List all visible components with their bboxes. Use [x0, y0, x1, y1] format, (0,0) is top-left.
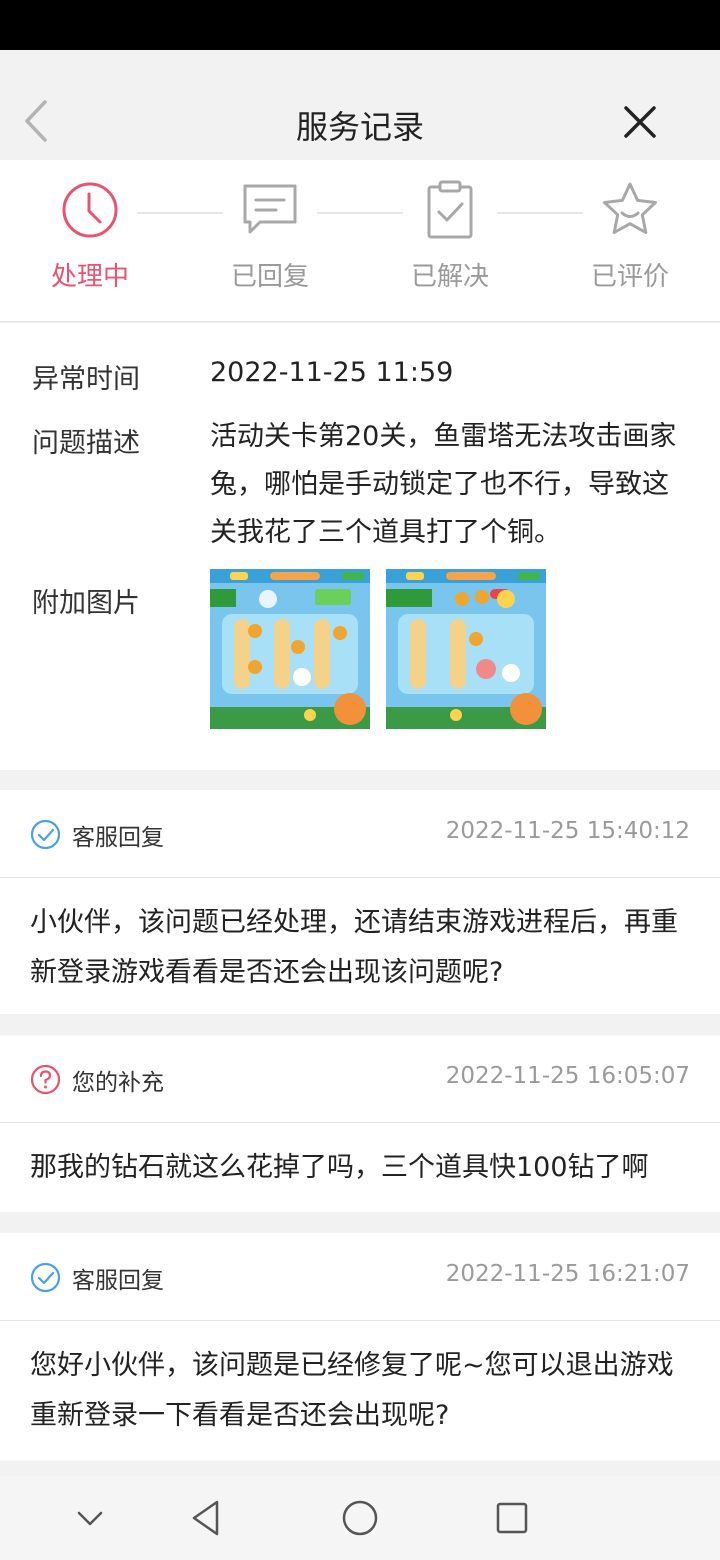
- chevron-down-icon: [77, 1511, 103, 1526]
- record-card: 客服回复 2022-11-25 15:40:12 小伙伴，该问题已经处理，还请结…: [0, 790, 720, 1014]
- description-value: 活动关卡第20关，鱼雷塔无法攻击画家兔，哪怕是手动锁定了也不行，导致这关我花了三…: [210, 421, 677, 548]
- record-card: 您的补充 2022-11-25 16:05:07 那我的钻石就这么花掉了吗，三个…: [0, 1035, 720, 1212]
- clock-icon: [62, 182, 118, 238]
- check-circle-icon: [30, 1262, 61, 1293]
- step-label: 处理中: [50, 262, 129, 292]
- page-title: 服务记录: [295, 108, 424, 146]
- square-recents-icon: [496, 1502, 528, 1534]
- record-content: 您好小伙伴，该问题是已经修复了呢~您可以退出游戏重新登录一下看看是否还会出现呢?: [30, 1350, 674, 1431]
- question-circle-icon: [30, 1064, 61, 1095]
- step-label: 已回复: [230, 262, 309, 292]
- record-content: 那我的钻石就这么花掉了吗，三个道具快100钻了啊: [30, 1152, 649, 1183]
- star-icon: [603, 182, 657, 234]
- images-label: 附加图片: [32, 588, 140, 619]
- game-screenshot-image: [386, 569, 546, 729]
- close-button[interactable]: [620, 102, 660, 142]
- nav-home-button[interactable]: [340, 1498, 380, 1538]
- record-card: 客服回复 2022-11-25 16:21:07 您好小伙伴，该问题是已经修复了…: [0, 1233, 720, 1461]
- step-rated: 已评价: [570, 180, 690, 293]
- time-label: 异常时间: [32, 364, 140, 395]
- time-value: 2022-11-25 11:59: [210, 357, 454, 388]
- record-header: 客服回复 2022-11-25 15:40:12: [0, 790, 720, 878]
- record-type: 客服回复: [72, 1268, 164, 1294]
- check-circle-icon: [30, 819, 61, 850]
- step-label: 已解决: [410, 262, 489, 292]
- step-label: 已评价: [590, 262, 669, 292]
- status-steps: 处理中 已回复 已解决 已评价: [0, 160, 720, 322]
- record-type: 您的补充: [72, 1070, 164, 1096]
- close-icon: [624, 106, 656, 138]
- circle-home-icon: [342, 1500, 378, 1536]
- nav-hide-button[interactable]: [70, 1498, 110, 1538]
- record-type: 客服回复: [72, 825, 164, 851]
- record-header: 您的补充 2022-11-25 16:05:07: [0, 1035, 720, 1123]
- status-bar: [0, 0, 720, 50]
- issue-detail: 异常时间 2022-11-25 11:59 问题描述 活动关卡第20关，鱼雷塔无…: [0, 323, 720, 770]
- clipboard-check-icon: [427, 180, 473, 239]
- game-screenshot-image: [210, 569, 370, 729]
- header: 服务记录: [0, 50, 720, 160]
- attached-image-thumbnail[interactable]: [386, 569, 546, 729]
- step-processing: 处理中: [30, 180, 150, 293]
- description-label: 问题描述: [32, 428, 140, 459]
- nav-back-button[interactable]: [186, 1498, 226, 1538]
- record-time: 2022-11-25 16:05:07: [445, 1063, 690, 1089]
- record-time: 2022-11-25 16:21:07: [445, 1261, 690, 1287]
- chat-icon: [243, 184, 297, 234]
- record-header: 客服回复 2022-11-25 16:21:07: [0, 1233, 720, 1321]
- record-time: 2022-11-25 15:40:12: [445, 818, 690, 844]
- step-replied: 已回复: [210, 180, 330, 293]
- step-resolved: 已解决: [390, 180, 510, 293]
- system-nav-bar: [0, 1476, 720, 1560]
- attached-image-thumbnail[interactable]: [210, 569, 370, 729]
- triangle-back-icon: [192, 1500, 219, 1536]
- nav-recents-button[interactable]: [492, 1498, 532, 1538]
- record-content: 小伙伴，该问题已经处理，还请结束游戏进程后，再重新登录游戏看看是否还会出现该问题…: [30, 907, 678, 988]
